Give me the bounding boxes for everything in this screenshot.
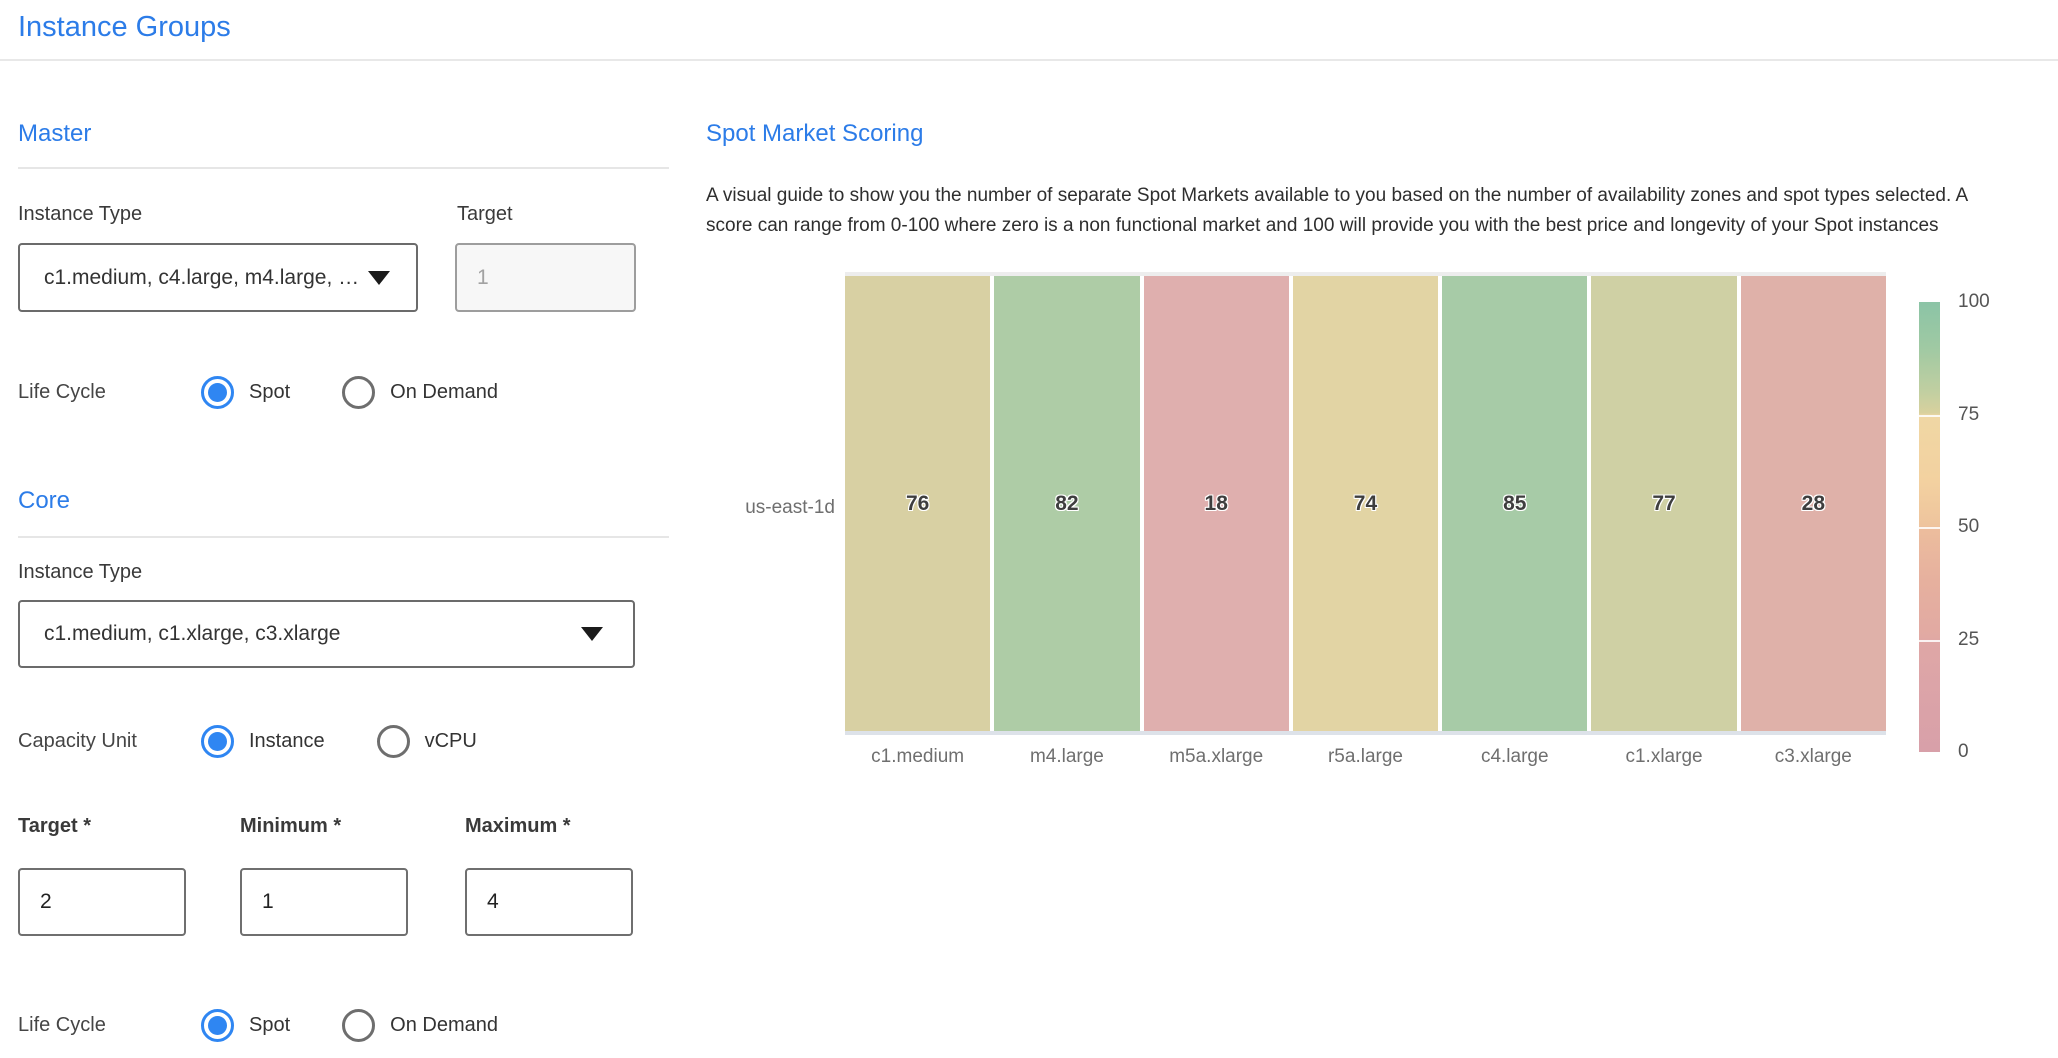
colorbar-tick-label: 100: [1958, 291, 1990, 313]
master-instance-type-value: c1.medium, c4.large, m4.large, …: [20, 266, 359, 290]
colorbar-divider: [1919, 640, 1940, 642]
heatmap-cell-m4.large[interactable]: 82: [994, 276, 1139, 731]
core-target-input[interactable]: [18, 868, 186, 936]
core-maximum-input[interactable]: [465, 868, 633, 936]
core-life-cycle-radio-on-demand[interactable]: [342, 1009, 375, 1042]
colorbar-tick-label: 75: [1958, 404, 1979, 426]
master-instance-type-label: Instance Type: [18, 203, 142, 226]
core-maximum-label: Maximum *: [465, 815, 571, 838]
core-capacity-unit-label: Capacity Unit: [18, 730, 201, 753]
colorbar-tick-label: 50: [1958, 516, 1979, 538]
core-minimum-input[interactable]: [240, 868, 408, 936]
core-life-cycle-label: Life Cycle: [18, 1014, 201, 1037]
chevron-down-icon: [368, 271, 390, 285]
heatmap-cell-c4.large[interactable]: 85: [1442, 276, 1587, 731]
core-life-cycle-option-spot[interactable]: Spot: [249, 1014, 290, 1037]
heatmap-cell-c1.xlarge[interactable]: 77: [1591, 276, 1736, 731]
master-divider: [18, 167, 669, 169]
core-life-cycle-option-on-demand[interactable]: On Demand: [390, 1014, 498, 1037]
core-capacity-unit-option-vcpu[interactable]: vCPU: [425, 730, 477, 753]
instance-groups-page: Instance Groups Master Instance Type c1.…: [0, 0, 2058, 1058]
core-target-label: Target *: [18, 815, 91, 838]
master-life-cycle-label: Life Cycle: [18, 381, 201, 404]
master-life-cycle-option-spot[interactable]: Spot: [249, 381, 290, 404]
x-axis-label: r5a.large: [1293, 746, 1438, 768]
core-capacity-unit-row: Capacity Unit Instance vCPU: [18, 724, 477, 758]
master-target-label: Target: [457, 203, 513, 226]
core-capacity-unit-option-instance[interactable]: Instance: [249, 730, 325, 753]
chart-description-line-1: A visual guide to show you the number of…: [706, 181, 1968, 211]
heatmap-cell-m5a.xlarge[interactable]: 18: [1144, 276, 1289, 731]
core-minimum-label: Minimum *: [240, 815, 341, 838]
core-life-cycle-radio-spot[interactable]: [201, 1009, 234, 1042]
core-capacity-unit-radio-vcpu[interactable]: [377, 725, 410, 758]
core-instance-type-select[interactable]: c1.medium, c1.xlarge, c3.xlarge: [18, 600, 635, 668]
heatmap: 76 82 18 74 85 77 28: [845, 272, 1886, 735]
title-divider: [0, 59, 2058, 61]
master-life-cycle-row: Life Cycle Spot On Demand: [18, 375, 498, 409]
master-instance-type-select[interactable]: c1.medium, c4.large, m4.large, …: [18, 243, 418, 312]
core-divider: [18, 536, 669, 538]
x-axis-label: c1.xlarge: [1591, 746, 1736, 768]
master-life-cycle-option-on-demand[interactable]: On Demand: [390, 381, 498, 404]
master-life-cycle-radio-on-demand[interactable]: [342, 376, 375, 409]
heatmap-cell-value: 82: [1055, 492, 1078, 516]
master-section-heading: Master: [18, 120, 91, 148]
core-section-heading: Core: [18, 487, 70, 515]
core-instance-type-label: Instance Type: [18, 561, 142, 584]
x-axis-label: m4.large: [994, 746, 1139, 768]
x-axis-label: c3.xlarge: [1741, 746, 1886, 768]
colorbar-tick-label: 25: [1958, 629, 1979, 651]
colorbar-tick-label: 0: [1958, 741, 1969, 763]
core-life-cycle-row: Life Cycle Spot On Demand: [18, 1008, 498, 1042]
heatmap-row-label: us-east-1d: [702, 497, 835, 519]
master-target-input[interactable]: [455, 243, 636, 312]
x-axis-label: c1.medium: [845, 746, 990, 768]
core-instance-type-value: c1.medium, c1.xlarge, c3.xlarge: [20, 622, 340, 646]
heatmap-cell-value: 74: [1354, 492, 1377, 516]
heatmap-cell-value: 18: [1205, 492, 1228, 516]
chart-description-line-2: score can range from 0-100 where zero is…: [706, 211, 1968, 241]
chart-description: A visual guide to show you the number of…: [706, 181, 1968, 240]
heatmap-cell-value: 76: [906, 492, 929, 516]
colorbar-ticks: 1007550250: [1958, 302, 2028, 752]
master-life-cycle-radio-spot[interactable]: [201, 376, 234, 409]
chart-heading: Spot Market Scoring: [706, 120, 923, 148]
heatmap-cell-value: 77: [1652, 492, 1675, 516]
heatmap-cell-c1.medium[interactable]: 76: [845, 276, 990, 731]
page-title: Instance Groups: [18, 11, 231, 44]
heatmap-cell-r5a.large[interactable]: 74: [1293, 276, 1438, 731]
x-axis-label: c4.large: [1442, 746, 1587, 768]
heatmap-x-axis: c1.mediumm4.largem5a.xlarger5a.largec4.l…: [845, 746, 1886, 768]
chevron-down-icon: [581, 627, 603, 641]
colorbar: [1919, 302, 1940, 752]
colorbar-divider: [1919, 415, 1940, 417]
heatmap-cell-c3.xlarge[interactable]: 28: [1741, 276, 1886, 731]
core-capacity-unit-radio-instance[interactable]: [201, 725, 234, 758]
colorbar-divider: [1919, 527, 1940, 529]
heatmap-cell-value: 28: [1802, 492, 1825, 516]
heatmap-cell-value: 85: [1503, 492, 1526, 516]
x-axis-label: m5a.xlarge: [1144, 746, 1289, 768]
